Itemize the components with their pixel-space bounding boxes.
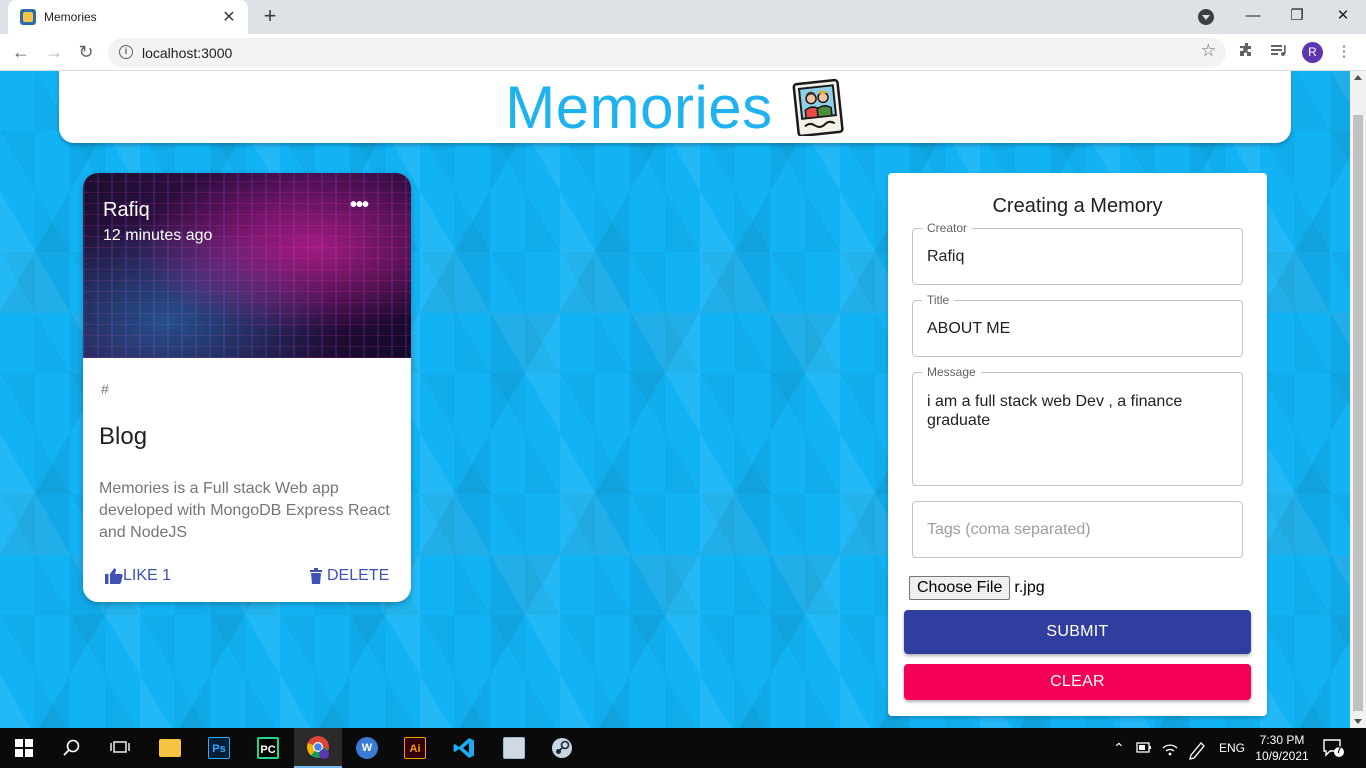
reload-icon[interactable]: ↻ bbox=[74, 40, 98, 64]
taskbar-monitor[interactable] bbox=[490, 728, 538, 768]
task-view-icon bbox=[110, 741, 130, 753]
clock-date: 10/9/2021 bbox=[1255, 749, 1309, 763]
wifi-icon[interactable] bbox=[1162, 728, 1178, 768]
browser-toolbar: ← → ↻ i localhost:3000 ☆ R ⋮ bbox=[0, 34, 1366, 71]
browser-tab[interactable]: Memories ✕ bbox=[8, 0, 248, 34]
like-label: LIKE 1 bbox=[123, 567, 172, 584]
memory-form: Creating a Memory Creator Rafiq Title AB… bbox=[888, 173, 1267, 716]
more-options-icon[interactable]: ••• bbox=[348, 195, 370, 219]
chrome-icon bbox=[307, 736, 329, 759]
page-scrollbar[interactable] bbox=[1350, 71, 1366, 728]
like-button[interactable]: LIKE 1 bbox=[105, 567, 171, 585]
pen-icon[interactable] bbox=[1188, 728, 1206, 768]
scroll-up-icon[interactable] bbox=[1354, 75, 1362, 80]
file-name: r.jpg bbox=[1014, 579, 1045, 596]
media-queue-icon[interactable] bbox=[1269, 42, 1289, 62]
taskbar-file-explorer[interactable] bbox=[146, 728, 194, 768]
post-tags: # bbox=[101, 381, 109, 397]
post-creator: Rafiq bbox=[103, 199, 150, 221]
pycharm-icon: PC bbox=[257, 737, 279, 759]
tab-favicon-icon bbox=[20, 9, 36, 25]
monitor-app-icon bbox=[503, 737, 525, 759]
creator-label: Creator bbox=[922, 221, 973, 235]
windows-taskbar: Ps PC W Ai ⌃ ENG 7:30 PM 10/9/2021 7 bbox=[0, 728, 1366, 768]
forward-icon[interactable]: → bbox=[42, 40, 66, 64]
message-field[interactable]: Message i am a full stack web Dev , a fi… bbox=[912, 365, 1243, 486]
title-label: Title bbox=[922, 293, 955, 307]
profile-avatar[interactable]: R bbox=[1302, 42, 1323, 63]
post-card: Rafiq 12 minutes ago ••• # Blog Memories… bbox=[83, 173, 411, 602]
page-viewport: Memories Rafiq 12 minutes ago ••• # Blog… bbox=[0, 71, 1350, 728]
restore-button[interactable]: ❐ bbox=[1282, 4, 1312, 28]
bookmark-star-icon[interactable]: ☆ bbox=[1201, 41, 1216, 61]
thumb-up-icon bbox=[105, 568, 123, 584]
search-button[interactable] bbox=[48, 728, 96, 768]
address-bar[interactable]: i localhost:3000 ☆ bbox=[108, 38, 1226, 67]
windows-logo-icon bbox=[15, 739, 33, 757]
post-timestamp: 12 minutes ago bbox=[103, 227, 213, 244]
clear-button[interactable]: CLEAR bbox=[904, 664, 1251, 700]
trash-icon bbox=[310, 568, 322, 584]
file-input: Choose File r.jpg bbox=[909, 576, 1045, 600]
tab-search-icon[interactable] bbox=[1198, 9, 1214, 25]
language-indicator[interactable]: ENG bbox=[1219, 728, 1245, 768]
extensions-icon[interactable] bbox=[1237, 42, 1257, 62]
folder-icon bbox=[159, 739, 181, 757]
message-label: Message bbox=[922, 365, 981, 379]
browser-menu-icon[interactable]: ⋮ bbox=[1334, 42, 1354, 62]
post-title: Blog bbox=[99, 423, 148, 450]
post-image: Rafiq 12 minutes ago ••• bbox=[83, 173, 411, 358]
taskbar-clock[interactable]: 7:30 PM 10/9/2021 bbox=[1252, 732, 1312, 764]
taskbar-chrome[interactable] bbox=[294, 728, 342, 768]
tags-placeholder[interactable]: Tags (coma separated) bbox=[927, 521, 1091, 539]
scroll-down-icon[interactable] bbox=[1354, 719, 1362, 724]
tab-close-icon[interactable]: ✕ bbox=[220, 7, 238, 27]
delete-label: DELETE bbox=[327, 567, 390, 584]
taskbar-illustrator[interactable]: Ai bbox=[391, 728, 439, 768]
scroll-thumb[interactable] bbox=[1353, 115, 1363, 711]
taskbar-vscode[interactable] bbox=[440, 728, 488, 768]
close-window-button[interactable]: ✕ bbox=[1328, 4, 1358, 28]
creator-value[interactable]: Rafiq bbox=[927, 248, 964, 266]
form-title: Creating a Memory bbox=[992, 195, 1163, 217]
minimize-button[interactable]: — bbox=[1238, 4, 1268, 28]
taskbar-pycharm[interactable]: PC bbox=[244, 728, 292, 768]
taskbar-steam[interactable] bbox=[538, 728, 586, 768]
battery-icon[interactable] bbox=[1136, 728, 1152, 768]
search-icon bbox=[63, 739, 80, 756]
memories-logo-icon bbox=[791, 78, 845, 138]
message-value[interactable]: i am a full stack web Dev , a finance gr… bbox=[927, 392, 1217, 430]
webstorm-icon: W bbox=[356, 737, 378, 759]
creator-field[interactable]: Creator Rafiq bbox=[912, 221, 1243, 285]
title-value[interactable]: ABOUT ME bbox=[927, 320, 1010, 338]
tray-overflow-icon[interactable]: ⌃ bbox=[1113, 728, 1125, 768]
tags-field[interactable]: Tags (coma separated) bbox=[912, 501, 1243, 558]
back-icon[interactable]: ← bbox=[9, 40, 33, 64]
app-bar: Memories bbox=[59, 71, 1291, 143]
start-button[interactable] bbox=[0, 728, 48, 768]
notification-count: 7 bbox=[1336, 745, 1342, 755]
taskbar-webstorm[interactable]: W bbox=[343, 728, 391, 768]
steam-icon bbox=[552, 738, 572, 758]
tab-title: Memories bbox=[44, 10, 97, 24]
title-field[interactable]: Title ABOUT ME bbox=[912, 293, 1243, 357]
task-view-button[interactable] bbox=[96, 728, 144, 768]
taskbar-photoshop[interactable]: Ps bbox=[195, 728, 243, 768]
clock-time: 7:30 PM bbox=[1259, 733, 1305, 747]
submit-button[interactable]: SUBMIT bbox=[904, 610, 1251, 654]
new-tab-button[interactable]: + bbox=[258, 4, 282, 28]
photoshop-icon: Ps bbox=[208, 737, 230, 759]
post-message: Memories is a Full stack Web app develop… bbox=[99, 480, 390, 541]
vscode-icon bbox=[453, 738, 474, 758]
tab-strip: Memories ✕ + — ❐ ✕ bbox=[0, 0, 1366, 34]
delete-button[interactable]: DELETE bbox=[309, 567, 389, 585]
url-text[interactable]: localhost:3000 bbox=[142, 45, 232, 61]
notifications-button[interactable]: 7 bbox=[1322, 738, 1344, 758]
illustrator-icon: Ai bbox=[404, 737, 426, 759]
choose-file-button[interactable]: Choose File bbox=[909, 576, 1011, 600]
site-info-icon[interactable]: i bbox=[119, 45, 133, 59]
app-heading: Memories bbox=[505, 73, 773, 141]
